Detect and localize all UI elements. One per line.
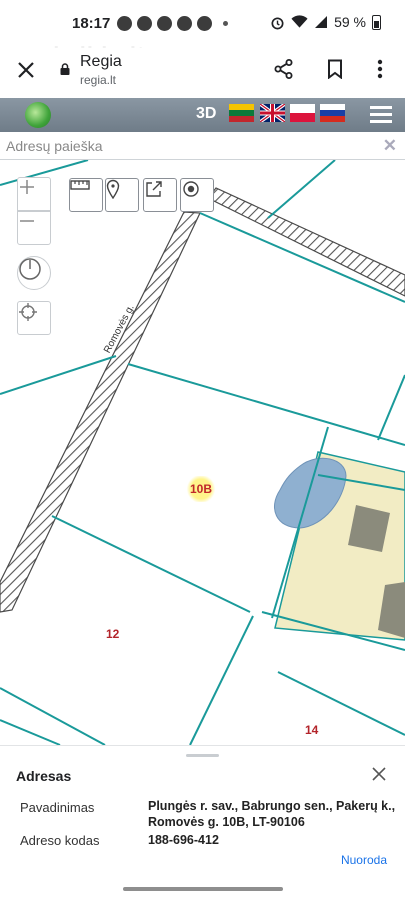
compass-button[interactable] <box>17 256 51 290</box>
battery-icon <box>372 14 381 30</box>
target-icon <box>183 181 199 197</box>
row-label-code: Adreso kodas <box>20 833 100 848</box>
address-label[interactable]: 12 <box>106 627 119 641</box>
link-button[interactable]: Nuoroda <box>341 853 387 867</box>
browser-toolbar: Regia regia.lt <box>0 48 405 98</box>
locate-button[interactable] <box>17 301 51 335</box>
minus-icon <box>20 220 34 222</box>
row-label-name: Pavadinimas <box>20 800 95 815</box>
marker-tool-button[interactable] <box>105 178 139 212</box>
crosshair-icon <box>19 303 37 321</box>
drag-handle[interactable] <box>186 754 219 757</box>
ruler-icon <box>70 180 90 190</box>
target-tool-button[interactable] <box>180 178 214 212</box>
panel-title: Adresas <box>16 768 72 784</box>
more-notifications-dot <box>223 21 228 26</box>
battery-percent: 59 % <box>334 14 366 30</box>
shield-emblem-icon <box>177 16 192 31</box>
zoom-in-button[interactable] <box>17 177 51 211</box>
bookmark-icon <box>328 59 342 79</box>
map-canvas[interactable]: Romovės g. 10B 12 14 <box>0 160 405 750</box>
flag-lt-icon[interactable] <box>229 104 254 122</box>
search-clear-icon[interactable]: ✕ <box>383 136 397 156</box>
plus-icon <box>20 180 34 194</box>
address-label[interactable]: 14 <box>305 723 318 737</box>
address-search-input[interactable] <box>6 135 366 157</box>
road-upper <box>207 187 405 297</box>
signal-icon <box>315 16 328 28</box>
close-icon[interactable] <box>371 766 387 782</box>
address-info-panel: Adresas Pavadinimas Plungės r. sav., Bab… <box>0 745 405 880</box>
page-url[interactable]: regia.lt <box>80 73 116 87</box>
share-button[interactable] <box>271 56 297 82</box>
share-icon <box>274 59 293 79</box>
address-label-selected[interactable]: 10B <box>186 476 217 502</box>
facebook-icon <box>117 16 132 31</box>
address-search-bar: ✕ <box>0 132 405 160</box>
flag-en-icon[interactable] <box>260 104 285 122</box>
menu-hamburger-icon[interactable] <box>370 106 392 124</box>
row-value-code: 188-696-412 <box>148 833 219 847</box>
status-right: 59 % <box>270 14 381 30</box>
row-value-name-line1: Plungės r. sav., Babrungo sen., Pakerų k… <box>148 799 396 813</box>
notification-icons <box>117 16 228 31</box>
status-bar: 18:17 59 % <box>0 0 405 48</box>
map-pin-icon <box>106 179 120 199</box>
row-value-name-line2: Romovės g. 10B, LT-90106 <box>148 815 305 829</box>
map-layer <box>0 160 405 746</box>
zoom-out-button[interactable] <box>17 211 51 245</box>
export-tool-button[interactable] <box>143 178 177 212</box>
more-options-button[interactable] <box>367 56 393 82</box>
lock-icon <box>60 63 70 75</box>
shield-emblem-icon <box>197 16 212 31</box>
wifi-icon <box>291 15 308 28</box>
export-icon <box>146 181 162 197</box>
status-time: 18:17 <box>72 15 111 32</box>
system-nav-bar <box>0 880 405 900</box>
alarm-icon <box>271 16 284 29</box>
bookmark-button[interactable] <box>322 56 348 82</box>
page-title: Regia <box>80 53 122 70</box>
regia-logo-icon[interactable] <box>25 102 51 128</box>
measure-tool-button[interactable] <box>69 178 103 212</box>
home-gesture-pill[interactable] <box>123 887 283 891</box>
flag-ru-icon[interactable] <box>320 104 345 122</box>
facebook-icon <box>137 16 152 31</box>
3d-mode-button[interactable]: 3D <box>196 105 216 123</box>
compass-icon <box>19 258 41 280</box>
facebook-icon <box>157 16 172 31</box>
flag-pl-icon[interactable] <box>290 104 315 122</box>
close-icon[interactable] <box>14 58 38 82</box>
more-vert-icon <box>377 59 383 79</box>
